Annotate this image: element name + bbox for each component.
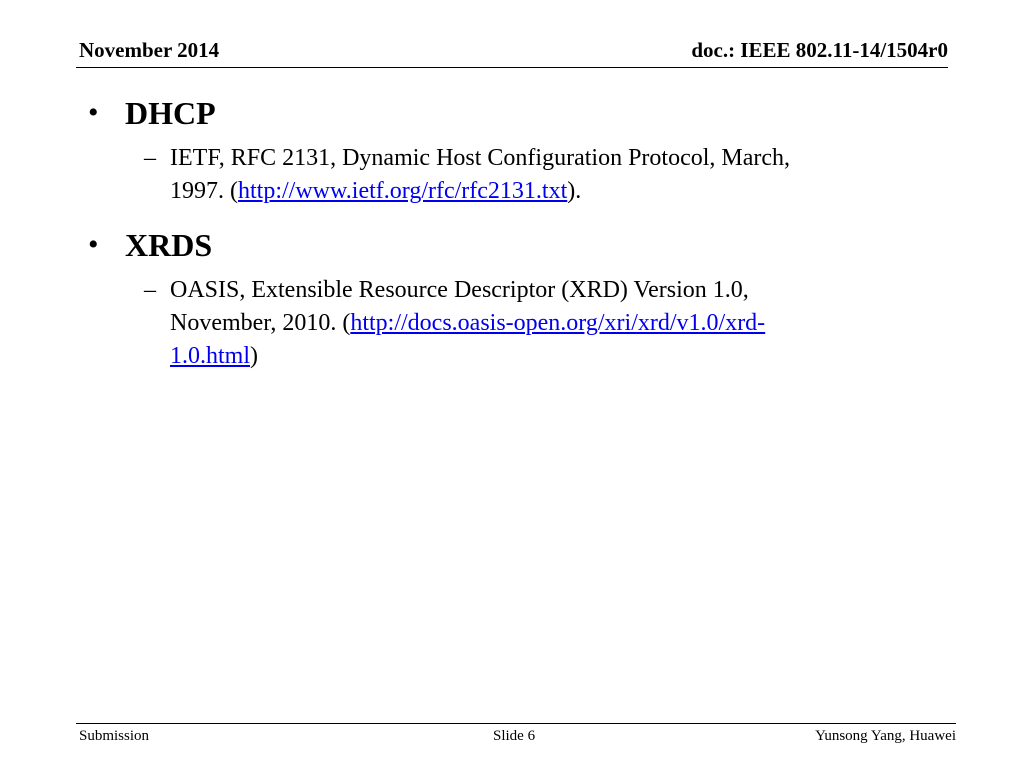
bullet-title: XRDS — [125, 227, 213, 263]
header-doc-id: doc.: IEEE 802.11-14/1504r0 — [691, 38, 948, 62]
dash-icon: – — [144, 277, 156, 303]
sub-item-text: OASIS, Extensible Resource Descriptor (X… — [170, 277, 749, 303]
footer-divider — [76, 723, 956, 724]
xrd-link-continued[interactable]: 1.0.html — [170, 343, 250, 369]
sub-item-prefix: 1997. ( — [170, 178, 238, 204]
footer-submission: Submission — [79, 728, 150, 744]
sub-item-text-line3: 1.0.html) — [170, 340, 890, 373]
sub-item-text: IETF, RFC 2131, Dynamic Host Configurati… — [170, 145, 791, 171]
sub-item-oasis-xrd: – OASIS, Extensible Resource Descriptor … — [88, 274, 890, 373]
header-date: November 2014 — [79, 38, 220, 62]
sub-item-suffix: ) — [250, 343, 259, 369]
dash-icon: – — [144, 145, 156, 171]
sub-item-text-line2: November, 2010. (http://docs.oasis-open.… — [170, 307, 890, 340]
sub-item-prefix: November, 2010. ( — [170, 310, 351, 336]
rfc2131-link[interactable]: http://www.ietf.org/rfc/rfc2131.txt — [238, 178, 567, 204]
footer-author: Yunsong Yang, Huawei — [815, 728, 956, 744]
header-divider — [76, 67, 948, 68]
footer-slide-number: Slide 6 — [493, 728, 536, 744]
bullet-xrds: • XRDS — [88, 224, 928, 266]
xrd-link[interactable]: http://docs.oasis-open.org/xri/xrd/v1.0/… — [350, 310, 765, 336]
sub-item-rfc2131: – IETF, RFC 2131, Dynamic Host Configura… — [88, 142, 890, 208]
slide-content: • DHCP – IETF, RFC 2131, Dynamic Host Co… — [88, 92, 928, 389]
bullet-title: DHCP — [125, 95, 216, 131]
bullet-dhcp: • DHCP — [88, 92, 928, 134]
bullet-icon: • — [88, 228, 99, 261]
sub-item-text-line2: 1997. (http://www.ietf.org/rfc/rfc2131.t… — [170, 175, 890, 208]
bullet-icon: • — [88, 96, 99, 129]
sub-item-suffix: ). — [567, 178, 582, 204]
